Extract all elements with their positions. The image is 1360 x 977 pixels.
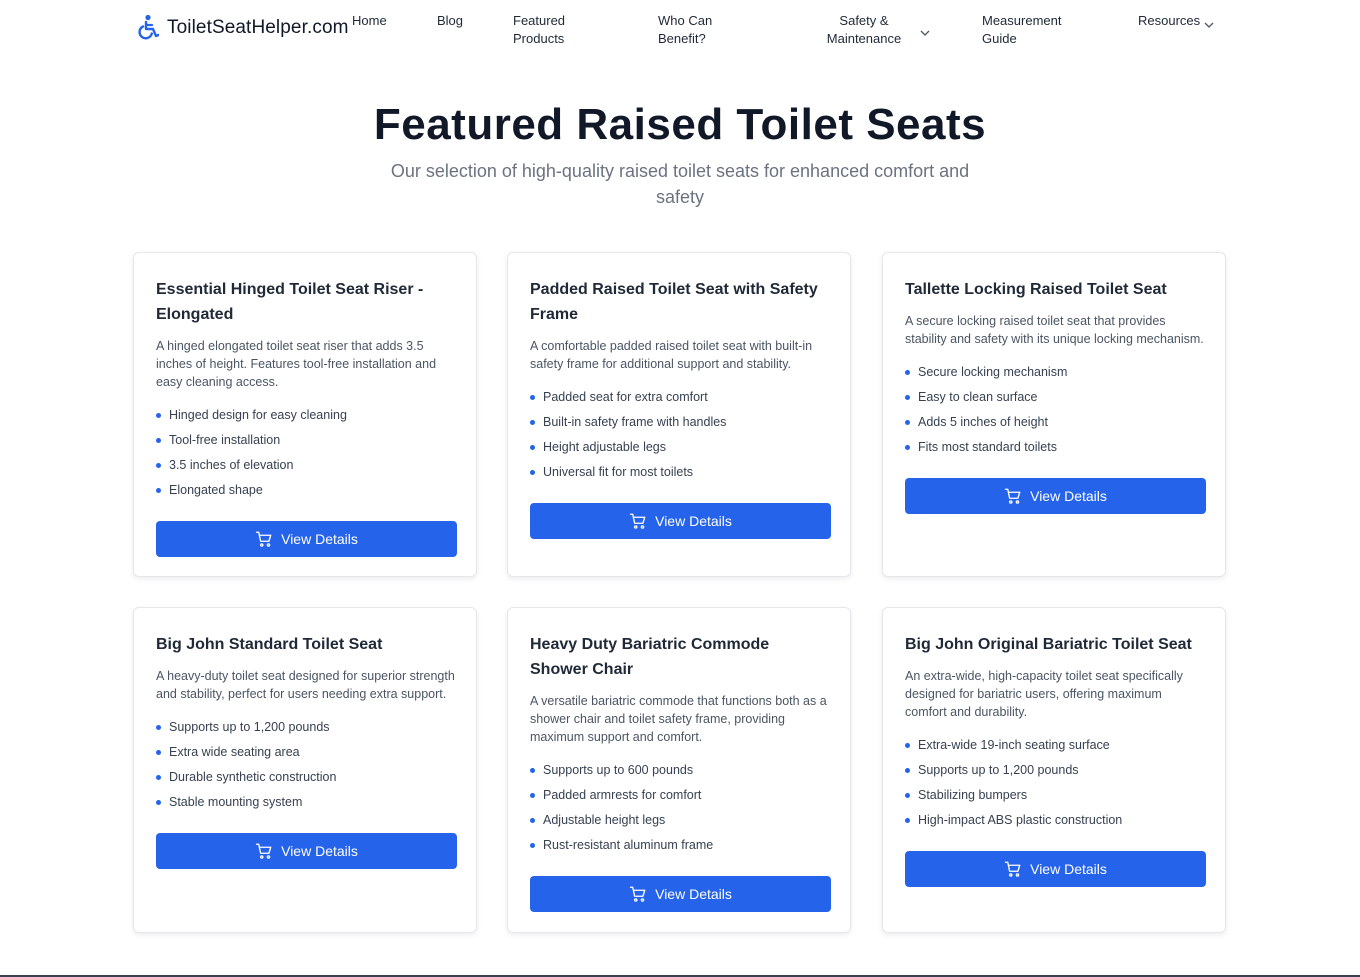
feature-item: Fits most standard toilets bbox=[905, 439, 1206, 456]
card-body: Padded Raised Toilet Seat with Safety Fr… bbox=[530, 277, 831, 539]
feature-list: Hinged design for easy cleaning Tool-free… bbox=[156, 407, 457, 499]
nav-resources-label: Resources bbox=[1138, 13, 1201, 28]
button-label: View Details bbox=[1030, 488, 1107, 504]
nav-blog-label: Blog bbox=[437, 13, 464, 28]
feature-item: Supports up to 1,200 pounds bbox=[156, 719, 457, 736]
button-label: View Details bbox=[1030, 861, 1107, 877]
view-details-button[interactable]: View Details bbox=[905, 478, 1206, 514]
page-subtitle: Our selection of high-quality raised toi… bbox=[390, 161, 970, 207]
card-body: Essential Hinged Toilet Seat Riser - Elo… bbox=[156, 277, 457, 557]
product-title: Tallette Locking Raised Toilet Seat bbox=[905, 281, 1167, 298]
feature-item: Extra-wide 19-inch seating surface bbox=[905, 737, 1206, 754]
chevron-down-icon[interactable] bbox=[1204, 16, 1214, 34]
feature-item: Supports up to 1,200 pounds bbox=[905, 762, 1206, 779]
nav-who-line2: Benefit? bbox=[658, 31, 706, 46]
card-body: Heavy Duty Bariatric Commode Shower Chai… bbox=[530, 632, 831, 912]
product-card: Padded Raised Toilet Seat with Safety Fr… bbox=[507, 252, 851, 577]
feature-list: Supports up to 600 pounds Padded armrests… bbox=[530, 762, 831, 854]
product-card: Big John Standard Toilet Seat A heavy-du… bbox=[133, 607, 477, 933]
view-details-button[interactable]: View Details bbox=[156, 833, 457, 869]
view-details-button[interactable]: View Details bbox=[530, 503, 831, 539]
product-description: A versatile bariatric commode that funct… bbox=[530, 694, 827, 744]
feature-item: Extra wide seating area bbox=[156, 744, 457, 761]
feature-item: Easy to clean surface bbox=[905, 389, 1206, 406]
product-title: Heavy Duty Bariatric Commode Shower Chai… bbox=[530, 636, 770, 678]
product-title: Big John Standard Toilet Seat bbox=[156, 636, 383, 653]
feature-item: 3.5 inches of elevation bbox=[156, 457, 457, 474]
feature-item: Padded seat for extra comfort bbox=[530, 389, 831, 406]
feature-item: Rust-resistant aluminum frame bbox=[530, 837, 831, 854]
page-title: Featured Raised Toilet Seats bbox=[373, 100, 987, 149]
button-label: View Details bbox=[655, 886, 732, 902]
feature-item: Elongated shape bbox=[156, 482, 457, 499]
button-label: View Details bbox=[281, 531, 358, 547]
product-card: Heavy Duty Bariatric Commode Shower Chai… bbox=[507, 607, 851, 933]
feature-item: Supports up to 600 pounds bbox=[530, 762, 831, 779]
accessibility-icon bbox=[135, 14, 160, 42]
feature-list: Padded seat for extra comfort Built-in sa… bbox=[530, 389, 831, 481]
cart-icon bbox=[629, 512, 647, 530]
product-description: A heavy-duty toilet seat designed for su… bbox=[156, 669, 455, 701]
site-header: ToiletSeatHelper.com Home Blog Featured … bbox=[0, 0, 1360, 60]
feature-item: Durable synthetic construction bbox=[156, 769, 457, 786]
nav-featured-line2: Products bbox=[513, 31, 565, 46]
cart-icon bbox=[255, 530, 273, 548]
nav-featured-products[interactable]: Featured Products bbox=[513, 12, 565, 48]
product-title: Padded Raised Toilet Seat with Safety Fr… bbox=[530, 281, 818, 323]
product-description: A hinged elongated toilet seat riser tha… bbox=[156, 339, 437, 389]
feature-list: Supports up to 1,200 pounds Extra wide se… bbox=[156, 719, 457, 811]
feature-item: Hinged design for easy cleaning bbox=[156, 407, 457, 424]
cart-icon bbox=[1004, 487, 1022, 505]
feature-item: Built-in safety frame with handles bbox=[530, 414, 831, 431]
feature-item: Tool-free installation bbox=[156, 432, 457, 449]
feature-item: Adjustable height legs bbox=[530, 812, 831, 829]
feature-item: Stable mounting system bbox=[156, 794, 457, 811]
product-title: Essential Hinged Toilet Seat Riser - Elo… bbox=[156, 281, 424, 323]
feature-item: Height adjustable legs bbox=[530, 439, 831, 456]
feature-item: High-impact ABS plastic construction bbox=[905, 812, 1206, 829]
view-details-button[interactable]: View Details bbox=[905, 851, 1206, 887]
feature-list: Extra-wide 19-inch seating surface Suppor… bbox=[905, 737, 1206, 829]
nav-resources[interactable]: Resources bbox=[1138, 12, 1200, 30]
product-description: A comfortable padded raised toilet seat … bbox=[530, 339, 813, 371]
feature-item: Adds 5 inches of height bbox=[905, 414, 1206, 431]
nav-measure-line1: Measurement bbox=[982, 13, 1062, 28]
nav-who-line1: Who Can bbox=[658, 13, 713, 28]
card-body: Tallette Locking Raised Toilet Seat A se… bbox=[905, 277, 1206, 514]
feature-list: Secure locking mechanism Easy to clean su… bbox=[905, 364, 1206, 456]
site-logo[interactable]: ToiletSeatHelper.com bbox=[135, 14, 349, 42]
nav-who-can-benefit[interactable]: Who Can Benefit? bbox=[658, 12, 712, 48]
card-body: Big John Standard Toilet Seat A heavy-du… bbox=[156, 632, 457, 869]
nav-blog[interactable]: Blog bbox=[437, 12, 463, 30]
button-label: View Details bbox=[281, 843, 358, 859]
nav-measurement-guide[interactable]: Measurement Guide bbox=[982, 12, 1061, 48]
product-card: Big John Original Bariatric Toilet Seat … bbox=[882, 607, 1226, 933]
nav-safety-maintenance[interactable]: Safety & Maintenance bbox=[819, 12, 909, 48]
nav-safety-line1: Safety & bbox=[839, 13, 889, 28]
button-label: View Details bbox=[655, 513, 732, 529]
product-card: Tallette Locking Raised Toilet Seat A se… bbox=[882, 252, 1226, 577]
feature-item: Stabilizing bumpers bbox=[905, 787, 1206, 804]
view-details-button[interactable]: View Details bbox=[530, 876, 831, 912]
card-body: Big John Original Bariatric Toilet Seat … bbox=[905, 632, 1206, 887]
nav-measure-line2: Guide bbox=[982, 31, 1017, 46]
feature-item: Padded armrests for comfort bbox=[530, 787, 831, 804]
cart-icon bbox=[1004, 860, 1022, 878]
nav-safety-line2: Maintenance bbox=[826, 31, 902, 46]
cart-icon bbox=[255, 842, 273, 860]
brand-name: ToiletSeatHelper.com bbox=[167, 17, 349, 38]
chevron-down-icon[interactable] bbox=[920, 24, 930, 42]
nav-home-label: Home bbox=[352, 13, 387, 28]
cart-icon bbox=[629, 885, 647, 903]
product-title: Big John Original Bariatric Toilet Seat bbox=[905, 636, 1192, 653]
nav-featured-line1: Featured bbox=[513, 13, 566, 28]
nav-home[interactable]: Home bbox=[352, 12, 387, 30]
view-details-button[interactable]: View Details bbox=[156, 521, 457, 557]
product-card: Essential Hinged Toilet Seat Riser - Elo… bbox=[133, 252, 477, 577]
feature-item: Universal fit for most toilets bbox=[530, 464, 831, 481]
product-description: A secure locking raised toilet seat that… bbox=[905, 314, 1204, 346]
product-description: An extra-wide, high-capacity toilet seat… bbox=[905, 669, 1183, 719]
feature-item: Secure locking mechanism bbox=[905, 364, 1206, 381]
